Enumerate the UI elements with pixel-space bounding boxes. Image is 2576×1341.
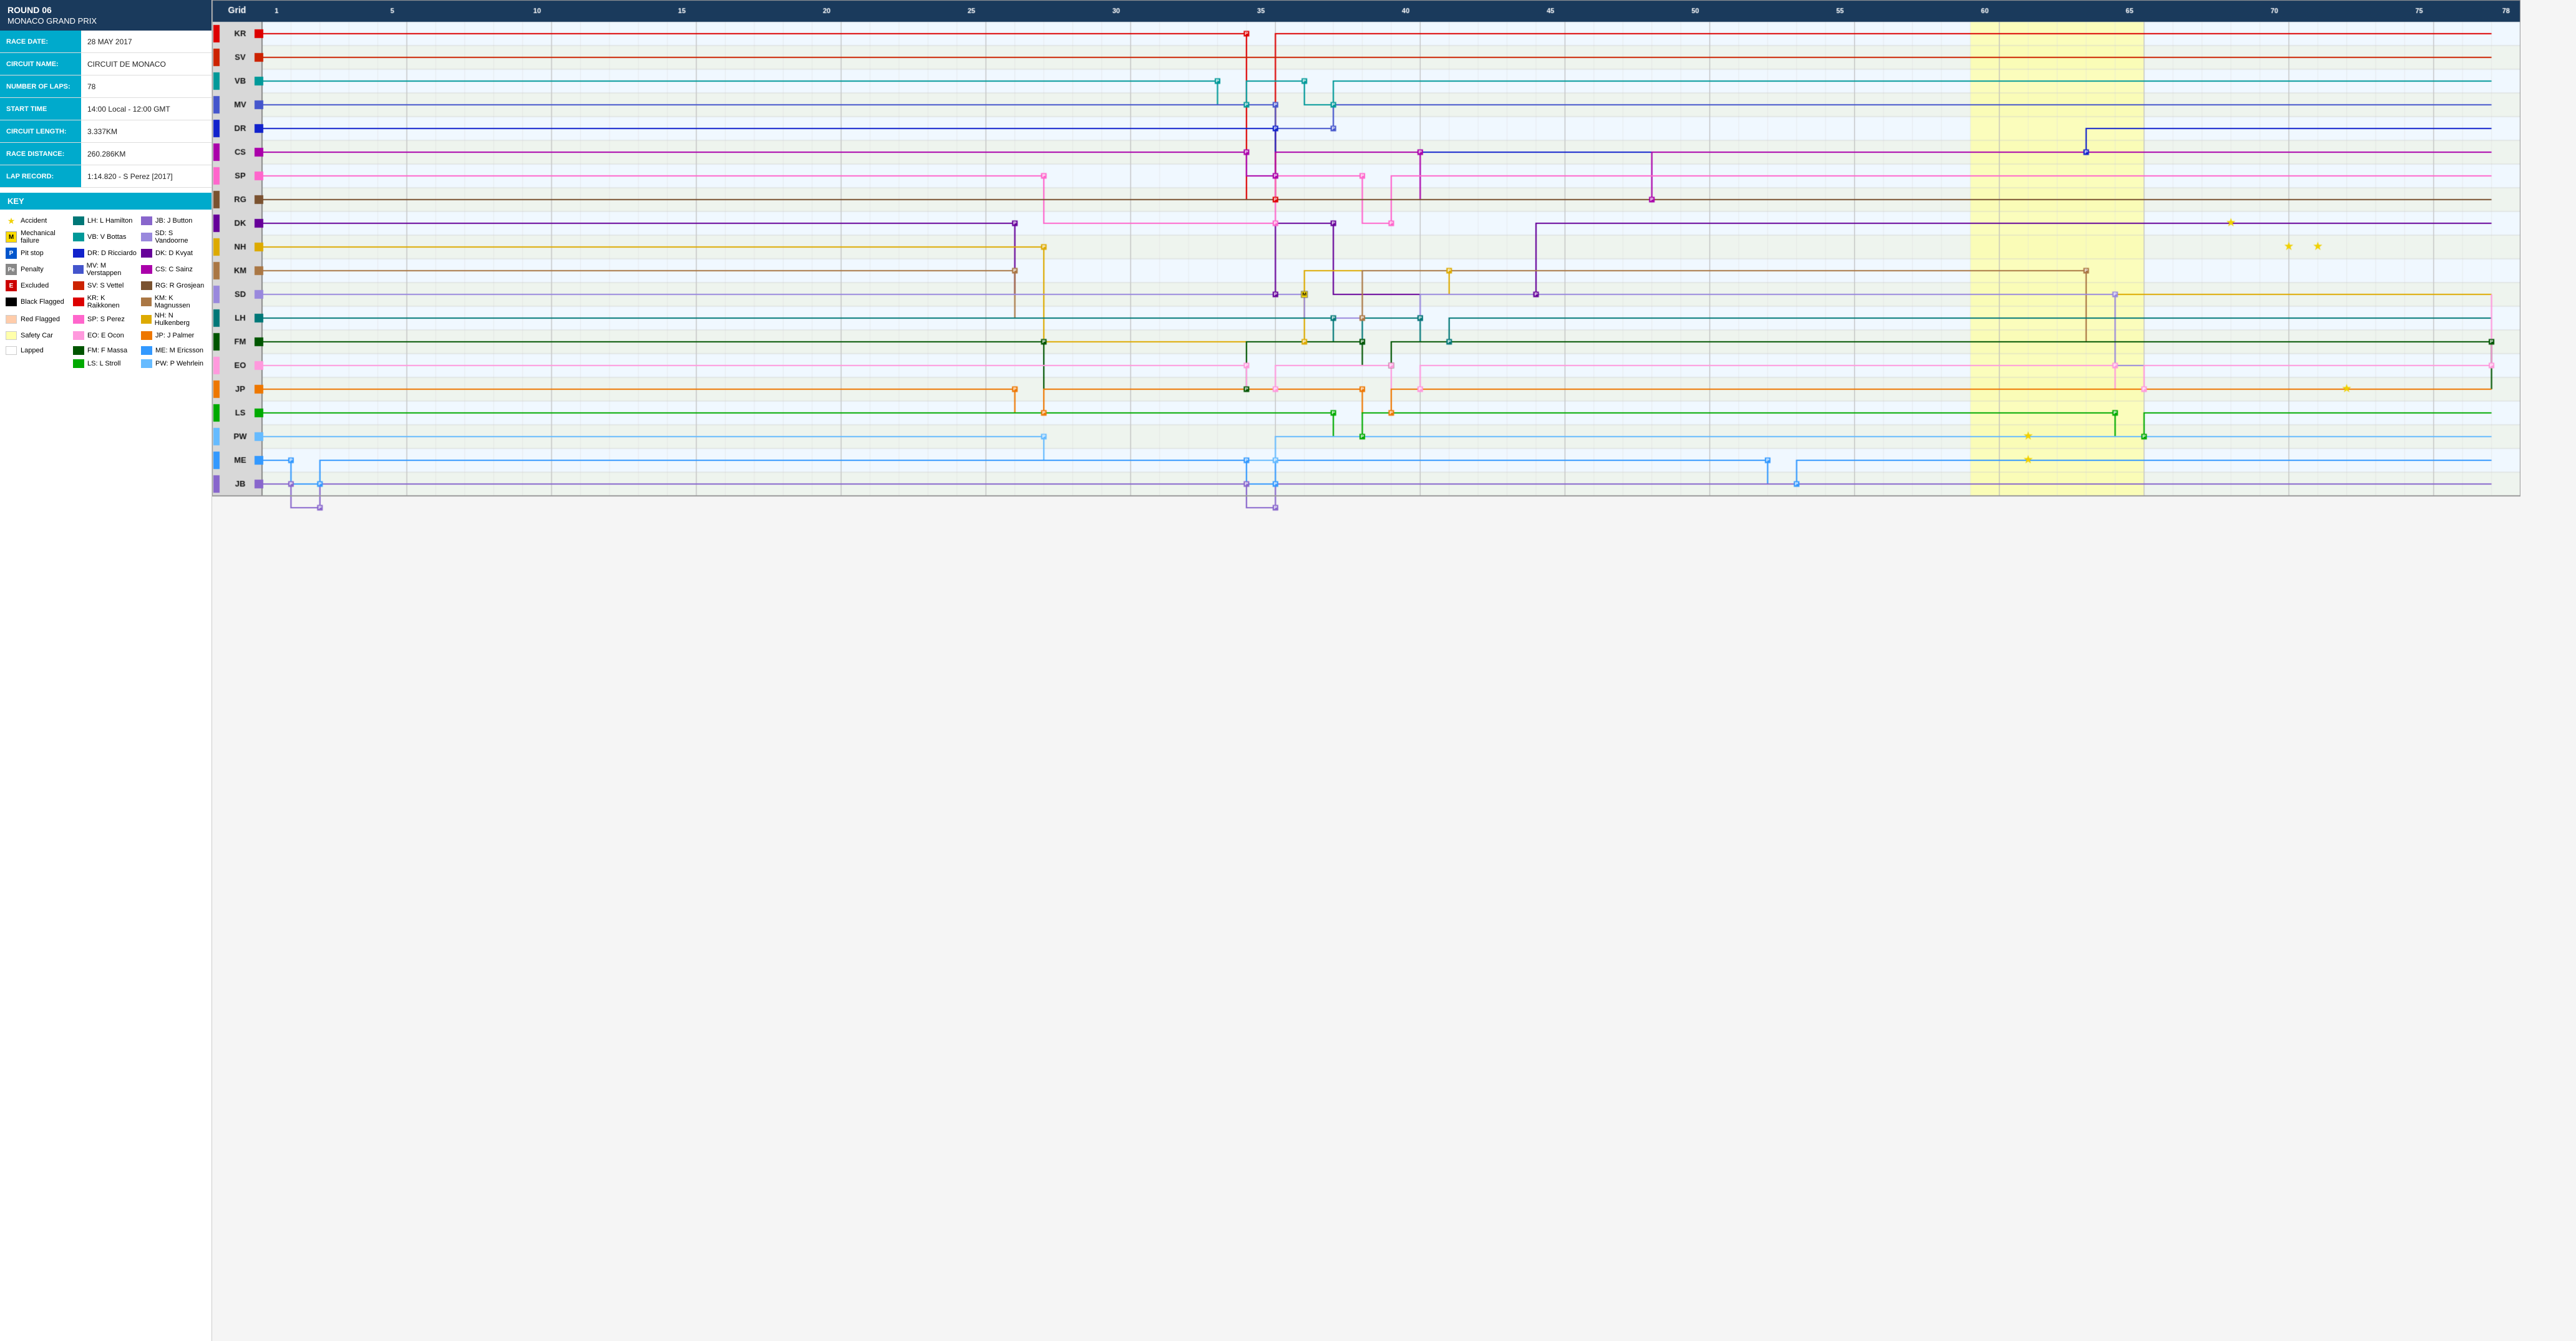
value-lap-record: 1:14.820 - S Perez [2017] <box>81 165 179 187</box>
key-penalty: Pe Penalty <box>5 262 70 277</box>
lapped-icon <box>5 344 17 357</box>
value-race-distance: 260.286KM <box>81 143 132 165</box>
key-sd: SD: S Vandoorne <box>141 230 207 244</box>
key-symbols: ★ Accident LH: L Hamilton JB: J Button M… <box>0 210 211 373</box>
label-race-date: RACE DATE: <box>0 31 81 52</box>
me-color <box>141 346 152 355</box>
label-start-time: START TIME <box>0 98 81 120</box>
key-ls: LS: L Stroll <box>73 359 139 368</box>
key-pitstop: P Pit stop <box>5 247 70 259</box>
right-panel: .grid-header-bg { fill: #1a3a5c; } .grid… <box>212 0 2576 1341</box>
blackflag-icon <box>5 296 17 308</box>
key-blackflag: Black Flagged <box>5 294 70 309</box>
key-accident: ★ Accident <box>5 215 70 227</box>
key-kr: KR: K Raikkonen <box>73 294 139 309</box>
key-rg: RG: R Grosjean <box>141 279 207 292</box>
value-circuit-name: CIRCUIT DE MONACO <box>81 53 172 75</box>
excluded-icon: E <box>5 279 17 292</box>
key-lh: LH: L Hamilton <box>73 215 139 227</box>
label-lap-record: LAP RECORD: <box>0 165 81 187</box>
round-number: ROUND 06 <box>7 5 204 15</box>
key-pw: PW: P Wehrlein <box>141 359 207 368</box>
key-mv: MV: M Verstappen <box>73 262 139 277</box>
key-safetycar: Safety Car <box>5 329 70 342</box>
eo-color <box>73 331 84 340</box>
ls-color <box>73 359 84 368</box>
app-container: ROUND 06 MONACO GRAND PRIX RACE DATE: 28… <box>0 0 2576 1341</box>
key-jp: JP: J Palmer <box>141 329 207 342</box>
key-dk: DK: D Kvyat <box>141 247 207 259</box>
key-me: ME: M Ericsson <box>141 344 207 357</box>
dk-color <box>141 249 152 258</box>
fm-color <box>73 346 84 355</box>
round-header: ROUND 06 MONACO GRAND PRIX <box>0 0 211 31</box>
value-start-time: 14:00 Local - 12:00 GMT <box>81 98 177 120</box>
key-mechanical: M Mechanical failure <box>5 230 70 244</box>
info-race-distance: RACE DISTANCE: 260.286KM <box>0 143 211 165</box>
lh-color <box>73 216 84 225</box>
chart-container: .grid-header-bg { fill: #1a3a5c; } .grid… <box>212 0 2576 511</box>
nh-color <box>141 315 152 324</box>
safetycar-icon <box>5 329 17 342</box>
key-header: KEY <box>0 193 211 210</box>
key-lapped: Lapped <box>5 344 70 357</box>
key-redflag: Red Flagged <box>5 312 70 327</box>
km-color <box>141 298 152 306</box>
value-race-date: 28 MAY 2017 <box>81 31 139 52</box>
vb-color <box>73 233 84 241</box>
left-panel: ROUND 06 MONACO GRAND PRIX RACE DATE: 28… <box>0 0 212 1341</box>
key-nh: NH: N Hulkenberg <box>141 312 207 327</box>
key-excluded: E Excluded <box>5 279 70 292</box>
jp-color <box>141 331 152 340</box>
race-name: MONACO GRAND PRIX <box>7 16 204 26</box>
label-race-distance: RACE DISTANCE: <box>0 143 81 165</box>
key-fm: FM: F Massa <box>73 344 139 357</box>
label-num-laps: NUMBER OF LAPS: <box>0 75 81 97</box>
key-vb: VB: V Bottas <box>73 230 139 244</box>
race-chart-canvas <box>212 0 2520 511</box>
mechanical-icon: M <box>5 231 17 243</box>
key-sp: SP: S Perez <box>73 312 139 327</box>
key-dr: DR: D Ricciardo <box>73 247 139 259</box>
sv-color <box>73 281 84 290</box>
label-circuit-name: CIRCUIT NAME: <box>0 53 81 75</box>
sd-color <box>141 233 152 241</box>
info-race-date: RACE DATE: 28 MAY 2017 <box>0 31 211 53</box>
key-sv: SV: S Vettel <box>73 279 139 292</box>
info-start-time: START TIME 14:00 Local - 12:00 GMT <box>0 98 211 120</box>
accident-icon: ★ <box>5 215 17 227</box>
rg-color <box>141 281 152 290</box>
dr-color <box>73 249 84 258</box>
key-empty <box>5 359 70 368</box>
sp-color <box>73 315 84 324</box>
info-circuit-name: CIRCUIT NAME: CIRCUIT DE MONACO <box>0 53 211 75</box>
key-eo: EO: E Ocon <box>73 329 139 342</box>
info-num-laps: NUMBER OF LAPS: 78 <box>0 75 211 98</box>
mv-color <box>73 265 84 274</box>
cs-color <box>141 265 152 274</box>
key-jb: JB: J Button <box>141 215 207 227</box>
key-cs: CS: C Sainz <box>141 262 207 277</box>
penalty-icon: Pe <box>5 263 17 276</box>
key-km: KM: K Magnussen <box>141 294 207 309</box>
info-circuit-length: CIRCUIT LENGTH: 3.337KM <box>0 120 211 143</box>
kr-color <box>73 298 84 306</box>
value-circuit-length: 3.337KM <box>81 120 124 142</box>
pitstop-icon: P <box>5 247 17 259</box>
redflag-icon <box>5 313 17 326</box>
info-lap-record: LAP RECORD: 1:14.820 - S Perez [2017] <box>0 165 211 188</box>
label-circuit-length: CIRCUIT LENGTH: <box>0 120 81 142</box>
value-num-laps: 78 <box>81 75 102 97</box>
pw-color <box>141 359 152 368</box>
jb-color <box>141 216 152 225</box>
